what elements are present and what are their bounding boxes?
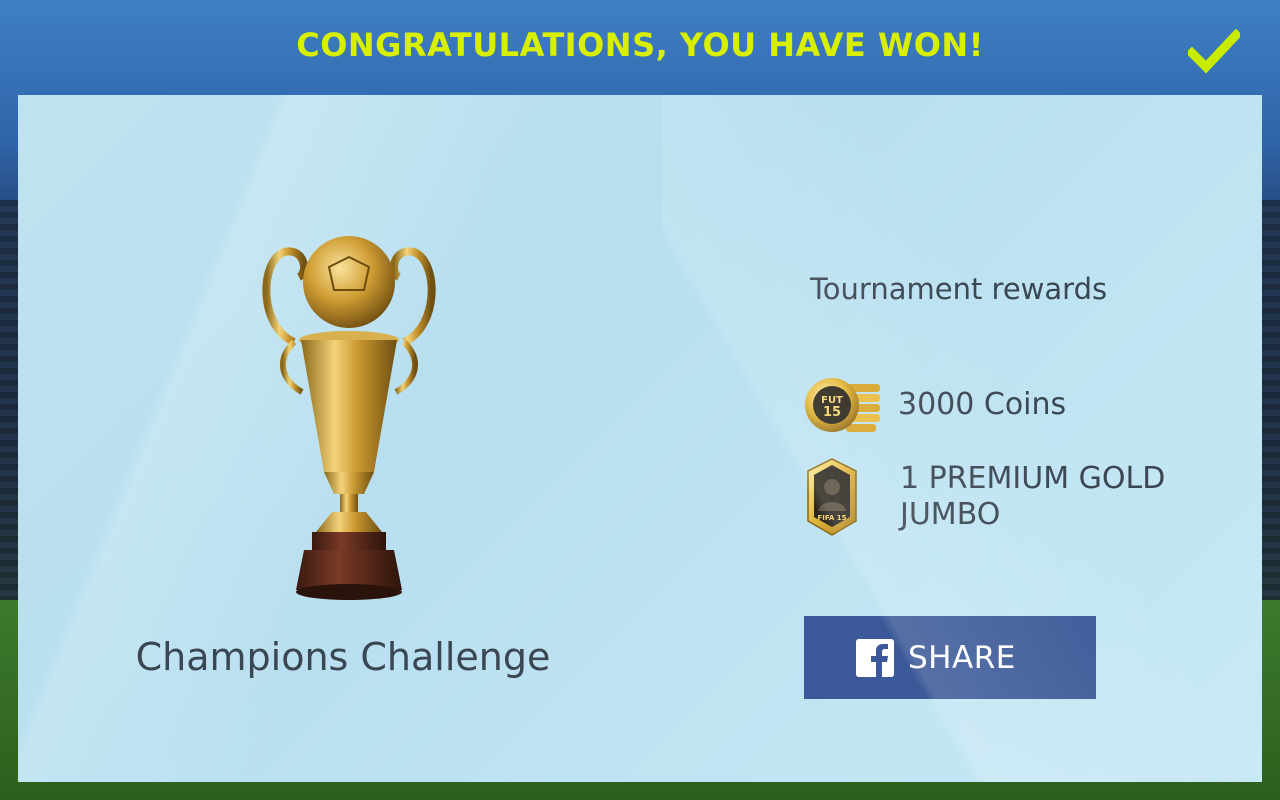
coin-badge-number: 15: [823, 405, 841, 420]
reward-coins-label: 3000 Coins: [898, 387, 1067, 422]
tournament-name: Champions Challenge: [135, 635, 551, 679]
coins-icon: FUT 15: [804, 365, 884, 445]
rewards-heading: Tournament rewards: [810, 272, 1108, 306]
reward-coins: FUT 15 3000 Coins: [804, 365, 1066, 445]
page-title: CONGRATULATIONS, YOU HAVE WON!: [296, 25, 984, 64]
results-panel: Champions Challenge Tournament rewards F…: [18, 95, 1262, 782]
reward-pack: FIFA 15 1 PREMIUM GOLD JUMBO: [804, 457, 1190, 537]
share-button[interactable]: SHARE: [804, 616, 1096, 699]
share-label: SHARE: [908, 639, 1016, 676]
coin-badge-top: FUT: [821, 395, 843, 406]
header-bar: CONGRATULATIONS, YOU HAVE WON!: [0, 0, 1280, 95]
reward-pack-label: 1 PREMIUM GOLD JUMBO: [900, 461, 1166, 532]
facebook-icon: [856, 638, 894, 677]
confirm-button[interactable]: [1186, 26, 1242, 78]
pack-badge-text: FIFA 15: [818, 514, 847, 522]
gold-pack-icon: FIFA 15: [804, 457, 884, 537]
checkmark-icon: [1188, 29, 1240, 74]
trophy-icon: [262, 236, 436, 600]
